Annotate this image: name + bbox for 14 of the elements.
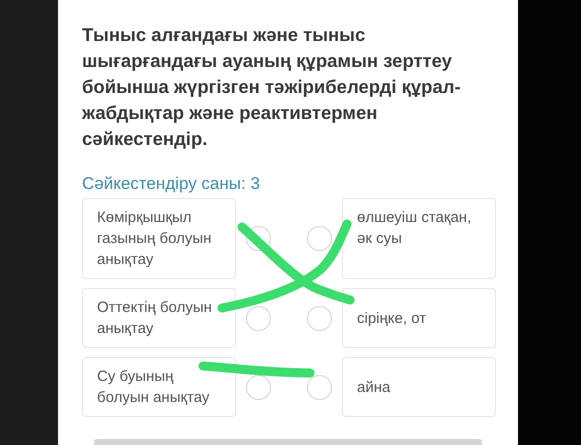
match-option[interactable]: сіріңке, от [342,288,496,348]
match-option[interactable]: айна [342,357,496,417]
connector-circle[interactable] [246,306,271,330]
connector-circle[interactable] [307,226,332,251]
connector-circle[interactable] [246,226,271,251]
connector-circle[interactable] [307,374,332,400]
match-option[interactable]: өлшеуіш стақан, әк суы [342,198,496,279]
connector-circle[interactable] [307,306,332,330]
match-count: Сәйкестендіру саны: 3 [82,174,261,194]
match-option[interactable]: Су буының болуын анықтау [82,357,236,417]
connector-circle[interactable] [246,374,271,400]
match-option[interactable]: Оттектің болуын анықтау [82,288,236,348]
match-option[interactable]: Көмірқышқыл газының болуын анықтау [82,198,236,279]
question-text: Тыныс алғандағы және тыныс шығарғандағы ауаның құрамын зерттеу бойынша жүргізген тәжірибелерді құрал-жабдықтар және реактивтермен сәйкестендір. [82,23,462,151]
